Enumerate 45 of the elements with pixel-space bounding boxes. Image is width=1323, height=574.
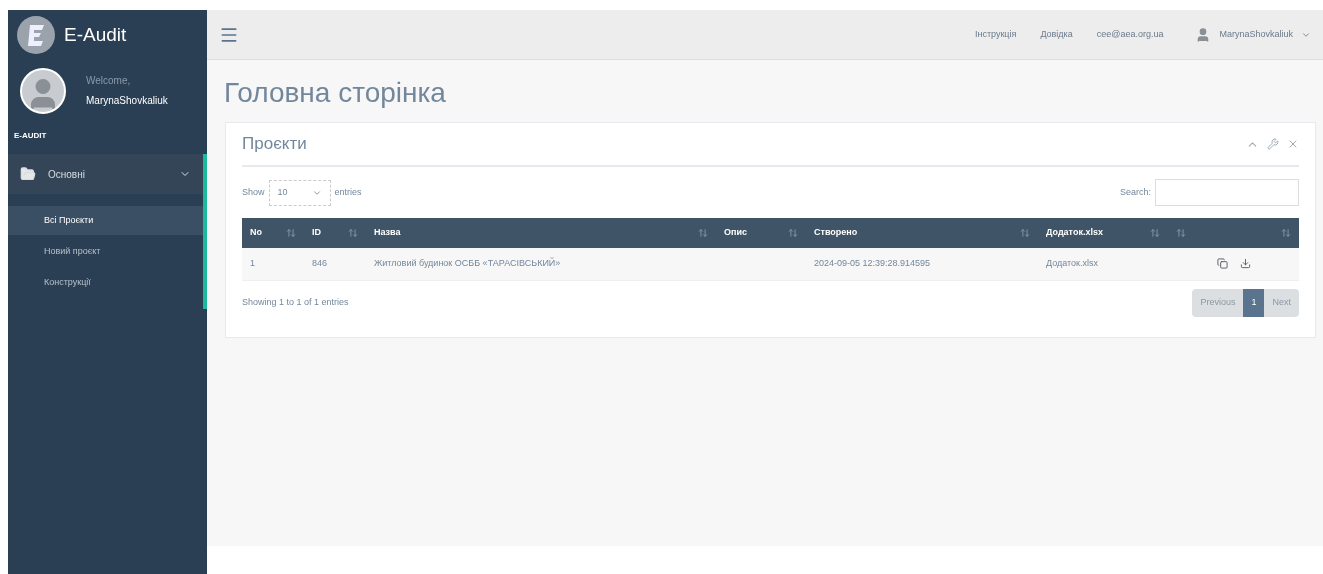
search-label: Search:: [1119, 185, 1151, 199]
column-header[interactable]: Створено: [806, 218, 1038, 248]
page-title: Головна сторінка: [224, 76, 446, 110]
pagination-button[interactable]: 1: [1243, 288, 1265, 317]
search-field[interactable]: [1155, 179, 1299, 206]
column-header[interactable]: ID: [304, 218, 366, 248]
nav-link[interactable]: Інструкція: [974, 27, 1017, 42]
submenu-item[interactable]: Новий проєкт: [8, 237, 203, 266]
sort-icon: [1020, 228, 1030, 238]
folder-icon: [20, 166, 36, 182]
user-menu[interactable]: MarynaShovkaliuk: [1195, 26, 1311, 43]
sort-icon: [348, 228, 358, 238]
copy-icon[interactable]: [1216, 258, 1228, 270]
entries-select[interactable]: 10: [268, 179, 331, 206]
column-header[interactable]: Назва: [366, 218, 716, 248]
table-cell: 2024-09-05 12:39:28.914595: [806, 248, 1038, 280]
download-icon[interactable]: [1239, 258, 1251, 270]
sort-icon: [698, 228, 708, 238]
sort-icon: [1150, 228, 1160, 238]
sort-icon: [1176, 228, 1186, 238]
panel-title: Проєкти: [242, 133, 307, 156]
welcome-text: Welcome,: [86, 74, 132, 88]
sort-icon: [788, 228, 798, 238]
table-cell: 1: [242, 248, 304, 280]
table-cell: Житловий будинок ОСББ «ТАРАСІВСЬКИЙ»: [366, 248, 716, 280]
sort-icon: [286, 228, 296, 238]
section-title: E-AUDIT: [13, 130, 48, 142]
table-cell: Додаток.xlsx: [1038, 248, 1168, 280]
submenu-item[interactable]: Конструкції: [8, 268, 203, 297]
column-header[interactable]: Додаток.xlsx: [1038, 218, 1168, 248]
submenu-item[interactable]: Всі Проєкти: [8, 206, 203, 235]
column-header[interactable]: Опис: [716, 218, 806, 248]
sort-icon: [1281, 228, 1291, 238]
logo-icon: [16, 15, 56, 55]
menu-item[interactable]: Основні: [8, 154, 203, 194]
entries-label: entries: [334, 185, 362, 199]
nav-link[interactable]: cee@aea.org.ua: [1096, 27, 1164, 42]
wrench-icon[interactable]: [1267, 137, 1279, 150]
table-cell: 846: [304, 248, 366, 280]
user-name: MarynaShovkaliuk: [86, 94, 168, 108]
show-label: Show: [242, 185, 265, 199]
brand-title: E-Audit: [64, 22, 127, 47]
column-header[interactable]: No: [242, 218, 304, 248]
table-info: Showing 1 to 1 of 1 entries: [242, 295, 349, 309]
nav-link[interactable]: Довідка: [1040, 27, 1073, 42]
